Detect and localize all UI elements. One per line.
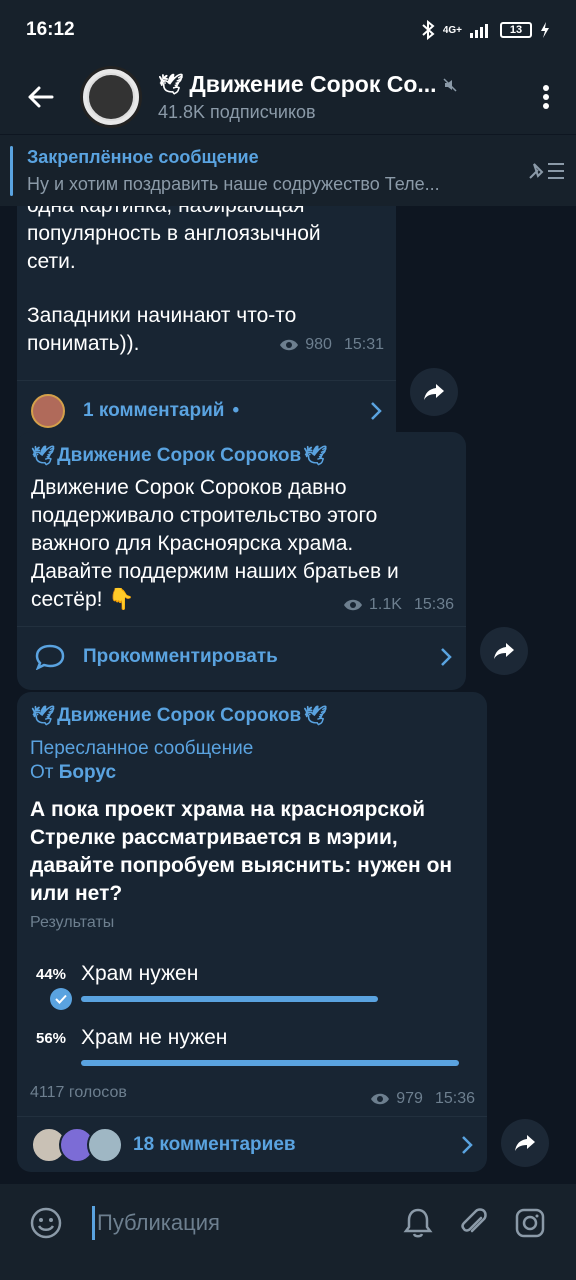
message-input[interactable]: Публикация: [97, 1210, 390, 1236]
check-icon: [50, 988, 72, 1010]
pinned-text: Ну и хотим поздравить наше содружество Т…: [27, 173, 440, 194]
comments-label: Прокомментировать: [83, 645, 278, 667]
poll-bar: [81, 1060, 459, 1066]
poll-question: А пока проект храма на красноярской Стре…: [30, 798, 453, 905]
poll-option: 44% Храм нужен: [17, 960, 487, 1010]
share-button[interactable]: [480, 627, 528, 675]
charging-icon: [541, 22, 549, 38]
paperclip-icon: [461, 1208, 487, 1233]
vote-count: 4117 голосов: [30, 1084, 127, 1101]
comments-button[interactable]: 18 комментариев: [17, 1116, 487, 1172]
status-time: 16:12: [26, 19, 75, 40]
dove-icon: 🕊: [31, 446, 56, 467]
attach-button[interactable]: [446, 1206, 502, 1240]
subscriber-count: 41.8K подписчиков: [158, 102, 316, 122]
message-time: 15:36: [434, 1090, 475, 1107]
pinned-list-button[interactable]: [516, 158, 576, 184]
eye-icon: [280, 339, 299, 351]
muted-icon: [443, 77, 457, 92]
chevron-right-icon: [441, 647, 452, 666]
pin-list-icon: [529, 162, 564, 179]
dove-icon: 🕊: [31, 706, 56, 727]
commenter-avatars: [31, 1126, 123, 1163]
poll-bar: [81, 996, 378, 1002]
forwarded-label: Пересланное сообщение: [30, 738, 254, 759]
back-button[interactable]: [0, 60, 80, 134]
bluetooth-icon: [422, 20, 435, 40]
message-meta: 1.1K 15:36: [343, 596, 454, 614]
message-meta: 980 15:31: [279, 336, 384, 354]
poll-message-bubble: 🕊 Движение Сорок Сороков 🕊 Пересланное с…: [17, 692, 487, 1172]
comments-button[interactable]: 1 комментарий •: [17, 380, 396, 440]
channel-avatar[interactable]: [80, 66, 142, 128]
share-arrow-icon: [494, 643, 514, 659]
pinned-title: Закреплённое сообщение: [27, 146, 259, 167]
status-icons: 4G+ 13: [421, 20, 550, 40]
poll-results-label: Результаты: [30, 914, 115, 931]
eye-icon: [344, 599, 363, 611]
message-input-bar: Публикация: [0, 1184, 576, 1262]
share-arrow-icon: [424, 384, 444, 400]
message-text: Движение Сорок Сороков давно поддерживал…: [31, 476, 399, 611]
emoji-button[interactable]: [18, 1206, 74, 1240]
channel-header: 🕊 Движение Сорок Со... 41.8K подписчиков: [0, 60, 576, 134]
comment-bubble-icon: [35, 644, 65, 670]
system-navigation-bar: [0, 1262, 576, 1280]
avatar: [87, 1126, 123, 1163]
status-bar: 16:12 4G+ 13: [0, 0, 576, 60]
more-vertical-icon: [543, 85, 549, 109]
chevron-right-icon: [371, 401, 382, 420]
channel-title: Движение Сорок Со...: [189, 71, 437, 97]
message-meta: 979 15:36: [370, 1090, 475, 1108]
channel-signature: 🕊 Движение Сорок Сороков 🕊: [31, 445, 328, 467]
comment-button[interactable]: Прокомментировать: [17, 626, 466, 686]
poll-option: 56% Храм не нужен: [17, 1024, 487, 1074]
bell-icon: [403, 1208, 433, 1238]
share-arrow-icon: [515, 1135, 535, 1151]
channel-signature: 🕊 Движение Сорок Сороков 🕊: [31, 705, 328, 727]
notification-toggle-button[interactable]: [390, 1207, 446, 1239]
poll-option-percent: 56%: [36, 1030, 67, 1047]
instagram-camera-icon: [515, 1208, 545, 1238]
dove-icon: 🕊: [158, 74, 184, 96]
forwarded-from[interactable]: От Борус: [30, 762, 116, 784]
message-time: 15:31: [343, 336, 384, 353]
poll-option-label: Храм не нужен: [81, 1026, 228, 1049]
message-list[interactable]: одна картинка, набирающая популярность в…: [0, 206, 576, 1184]
unread-dot: •: [232, 399, 240, 421]
chevron-right-icon: [462, 1135, 473, 1154]
message-bubble: 🕊 Движение Сорок Сороков 🕊 Движение Соро…: [17, 432, 466, 690]
view-count: 1.1K: [369, 596, 402, 613]
message-time: 15:36: [413, 596, 454, 613]
channel-info[interactable]: 🕊 Движение Сорок Со... 41.8K подписчиков: [158, 71, 516, 123]
emoji-icon: [30, 1207, 62, 1239]
dove-icon: 🕊: [303, 706, 328, 727]
forwarded-author[interactable]: Борус: [59, 762, 116, 783]
battery-icon: 13: [500, 22, 532, 38]
poll-option-percent: 44%: [36, 966, 67, 983]
share-button[interactable]: [410, 368, 458, 416]
view-count: 980: [305, 336, 332, 353]
comments-label: 1 комментарий: [83, 399, 225, 421]
text-cursor: [92, 1206, 95, 1240]
arrow-left-icon: [28, 86, 54, 108]
dove-icon: 🕊: [303, 446, 328, 467]
more-options-button[interactable]: [516, 60, 576, 134]
camera-button[interactable]: [502, 1207, 558, 1239]
comments-label: 18 комментариев: [133, 1133, 296, 1155]
commenter-avatar: [31, 393, 65, 428]
signal-icon: [470, 24, 488, 38]
pinned-message-bar[interactable]: Закреплённое сообщение Ну и хотим поздра…: [0, 134, 576, 206]
eye-icon: [371, 1093, 390, 1105]
poll-option-label: Храм нужен: [81, 962, 199, 985]
pinned-indicator: [10, 145, 13, 196]
share-button[interactable]: [501, 1119, 549, 1167]
network-indicator: 4G+: [442, 24, 462, 36]
view-count: 979: [396, 1090, 423, 1107]
